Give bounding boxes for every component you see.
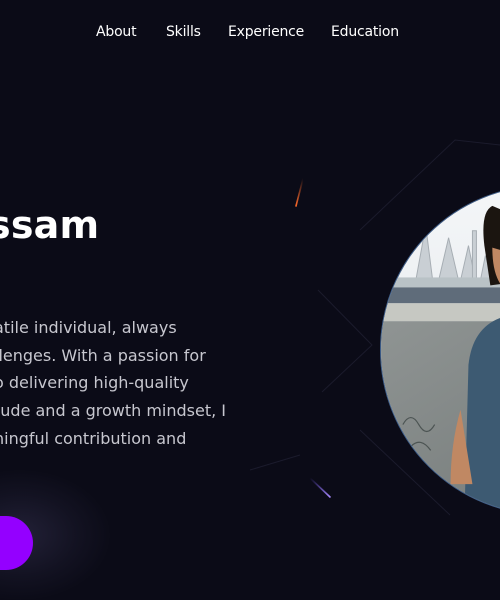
portfolio-page: About Skills Experience Education ssam a…: [0, 0, 500, 600]
orange-streak: [295, 178, 304, 207]
bio-line: ningful contribution and: [0, 428, 187, 448]
violet-streak: [309, 477, 331, 498]
bio-line: llenges. With a passion for: [0, 345, 206, 365]
bio-line: o delivering high-quality: [0, 373, 189, 393]
hero-bio: atile individual, always llenges. With a…: [0, 314, 274, 453]
hero-name-heading: ssam: [0, 203, 100, 247]
bio-line: tude and a growth mindset, I: [0, 401, 227, 421]
bio-line: atile individual, always: [0, 318, 177, 337]
